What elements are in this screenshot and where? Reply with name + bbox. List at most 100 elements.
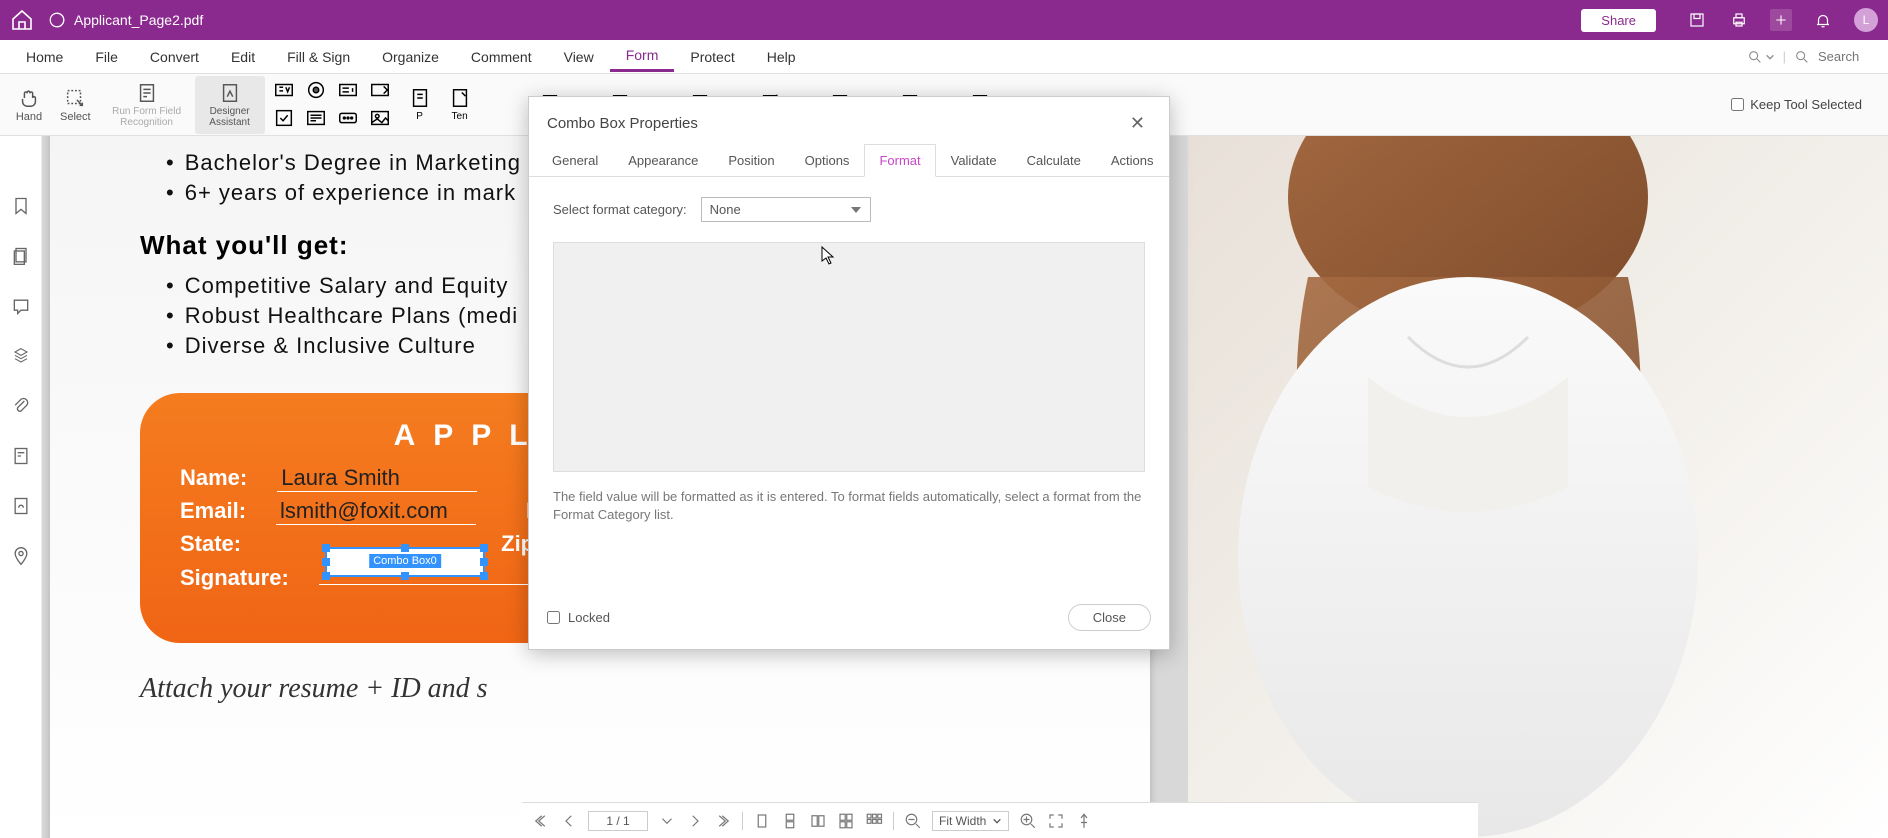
menu-form[interactable]: Form [610, 41, 675, 72]
combo-box-selected[interactable]: Combo Box0 [325, 547, 485, 577]
close-button[interactable]: Close [1068, 604, 1151, 631]
pages-icon[interactable] [11, 246, 31, 266]
tab-appearance[interactable]: Appearance [613, 144, 713, 176]
attachments-icon[interactable] [11, 396, 31, 416]
print-icon[interactable] [1728, 9, 1750, 31]
email-field[interactable]: lsmith@foxit.com [276, 498, 476, 525]
name-field[interactable]: Laura Smith [277, 465, 477, 492]
menubar: Home File Convert Edit Fill & Sign Organ… [0, 40, 1888, 74]
format-preview-area [553, 242, 1145, 472]
tab-general[interactable]: General [537, 144, 613, 176]
menu-fillsign[interactable]: Fill & Sign [271, 43, 366, 71]
grid-view-icon[interactable] [865, 812, 883, 830]
share-button[interactable]: Share [1581, 9, 1656, 32]
locked-checkbox[interactable]: Locked [547, 610, 610, 625]
field-combo-icon[interactable] [337, 79, 359, 101]
continuous-icon[interactable] [781, 812, 799, 830]
keep-tool-checkbox[interactable]: Keep Tool Selected [1731, 97, 1882, 112]
statusbar: 1 / 1 Fit Width [522, 802, 1478, 838]
menu-help[interactable]: Help [751, 43, 812, 71]
single-page-icon[interactable] [753, 812, 771, 830]
menu-view[interactable]: View [548, 43, 610, 71]
field-check-icon[interactable] [273, 107, 295, 129]
tool-select-label: Select [60, 111, 91, 123]
field-type-grid [265, 79, 405, 131]
find-tool-icon[interactable] [1747, 49, 1775, 65]
pin-icon[interactable] [1075, 812, 1093, 830]
field-text-icon[interactable] [273, 79, 295, 101]
tab-calculate[interactable]: Calculate [1012, 144, 1096, 176]
tool-hand[interactable]: Hand [6, 76, 52, 134]
field-panel-icon[interactable] [11, 446, 31, 466]
zoom-in-icon[interactable] [1019, 812, 1037, 830]
signatures-icon[interactable] [11, 496, 31, 516]
partial-tool-2[interactable]: Ten [445, 83, 475, 126]
home-icon[interactable] [10, 8, 34, 32]
search-input[interactable] [1818, 49, 1878, 64]
dialog-title: Combo Box Properties [547, 115, 698, 132]
menu-organize[interactable]: Organize [366, 43, 455, 71]
tool-designer-label: Designer Assistant [203, 106, 257, 128]
location-icon[interactable] [11, 546, 31, 566]
tab-actions[interactable]: Actions [1096, 144, 1169, 176]
tab-format[interactable]: Format [864, 144, 935, 177]
menu-file[interactable]: File [79, 43, 134, 71]
sidebar: ◂ [0, 136, 42, 838]
email-label: Email: [180, 498, 246, 524]
page-indicator[interactable]: 1 / 1 [588, 811, 648, 831]
last-page-icon[interactable] [714, 812, 732, 830]
name-label: Name: [180, 465, 247, 491]
prev-page-icon[interactable] [560, 812, 578, 830]
menu-protect[interactable]: Protect [674, 43, 750, 71]
save-icon[interactable] [1686, 9, 1708, 31]
menu-comment[interactable]: Comment [455, 43, 548, 71]
bookmark-icon[interactable] [11, 196, 31, 216]
titlebar: Applicant_Page2.pdf Share L [0, 0, 1888, 40]
tool-designer[interactable]: Designer Assistant [195, 76, 265, 134]
tab-validate[interactable]: Validate [936, 144, 1012, 176]
chevron-down-icon[interactable] [658, 812, 676, 830]
facing-icon[interactable] [809, 812, 827, 830]
signature-label: Signature: [180, 565, 289, 591]
partial-tool-1[interactable]: P [405, 83, 435, 126]
format-category-label: Select format category: [553, 202, 687, 217]
next-page-icon[interactable] [686, 812, 704, 830]
field-button-icon[interactable] [337, 107, 359, 129]
add-icon[interactable] [1770, 9, 1792, 31]
tool-hand-label: Hand [16, 111, 42, 123]
format-hint-text: The field value will be formatted as it … [553, 488, 1145, 524]
notification-icon[interactable] [1812, 9, 1834, 31]
close-icon[interactable]: ✕ [1124, 113, 1151, 134]
app-logo-icon [48, 11, 66, 29]
locked-label: Locked [568, 610, 610, 625]
field-sign-icon[interactable] [369, 79, 391, 101]
menu-edit[interactable]: Edit [215, 43, 271, 71]
keep-tool-cb[interactable] [1731, 98, 1744, 111]
layers-icon[interactable] [11, 346, 31, 366]
attach-text: Attach your resume + ID and s [140, 673, 1060, 705]
continuous-facing-icon[interactable] [837, 812, 855, 830]
dialog-tabs: General Appearance Position Options Form… [529, 144, 1169, 177]
combo-box-label: Combo Box0 [369, 554, 441, 568]
tab-options[interactable]: Options [790, 144, 865, 176]
comments-icon[interactable] [11, 296, 31, 316]
tab-position[interactable]: Position [713, 144, 789, 176]
field-list-icon[interactable] [305, 107, 327, 129]
menu-convert[interactable]: Convert [134, 43, 215, 71]
user-avatar[interactable]: L [1854, 8, 1878, 32]
field-radio-icon[interactable] [305, 79, 327, 101]
zoom-out-icon[interactable] [904, 812, 922, 830]
state-label: State: [180, 531, 241, 557]
field-image-icon[interactable] [369, 107, 391, 129]
tool-runform[interactable]: Run Form Field Recognition [99, 76, 195, 134]
format-category-select[interactable]: None [701, 197, 871, 222]
fullscreen-icon[interactable] [1047, 812, 1065, 830]
combo-box-properties-dialog: Combo Box Properties ✕ General Appearanc… [528, 96, 1170, 650]
file-name: Applicant_Page2.pdf [74, 12, 203, 28]
locked-cb-input[interactable] [547, 611, 560, 624]
search-icon[interactable] [1794, 49, 1810, 65]
menu-home[interactable]: Home [10, 43, 79, 71]
first-page-icon[interactable] [532, 812, 550, 830]
tool-select[interactable]: Select [52, 76, 99, 134]
zoom-select[interactable]: Fit Width [932, 811, 1009, 831]
